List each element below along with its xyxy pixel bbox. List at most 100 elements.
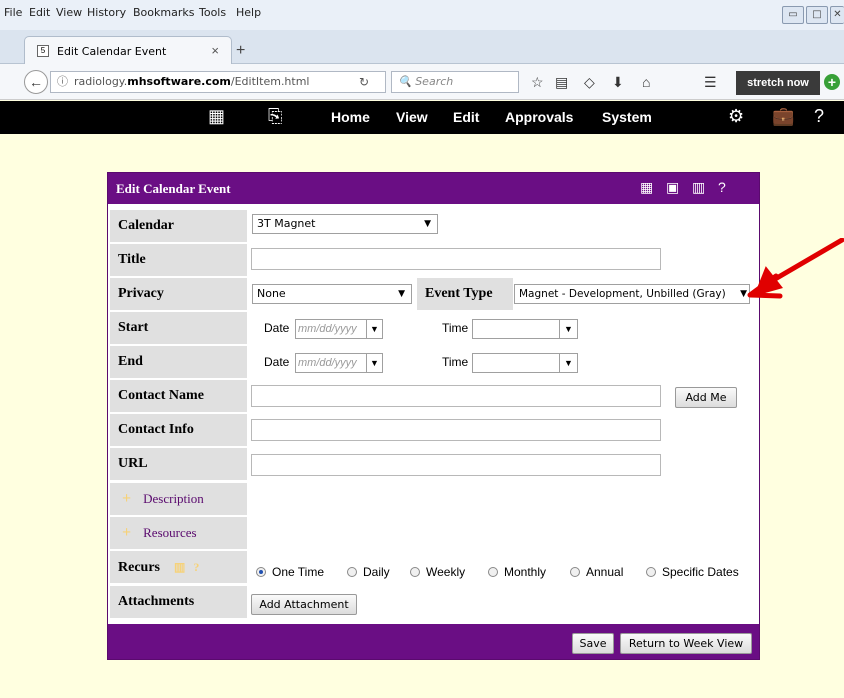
menu-edit[interactable]: Edit: [29, 6, 50, 19]
dropdown-arrow-icon[interactable]: ▼: [366, 320, 382, 338]
browser-menubar: File Edit View History Bookmarks Tools H…: [0, 0, 844, 30]
bookmark-star-icon[interactable]: ☆: [531, 74, 544, 91]
recur-label: Annual: [586, 565, 624, 579]
description-label: Description: [143, 491, 204, 506]
menu-tools[interactable]: Tools: [199, 6, 226, 19]
menu-help[interactable]: Help: [236, 6, 261, 19]
url-path: /EditItem.html: [230, 75, 310, 88]
calendar-select[interactable]: 3T Magnet ▼: [252, 214, 438, 234]
search-box[interactable]: 🔍 Search: [391, 71, 519, 93]
menu-view[interactable]: View: [56, 6, 82, 19]
help-icon[interactable]: ?: [814, 106, 824, 127]
preview-icon[interactable]: ▥: [692, 179, 705, 196]
start-time-label: Time: [442, 321, 469, 335]
recur-label: Specific Dates: [662, 565, 739, 579]
menu-history[interactable]: History: [87, 6, 126, 19]
recur-monthly[interactable]: Monthly: [488, 565, 546, 579]
nav-system[interactable]: System: [602, 109, 652, 125]
contact-name-input[interactable]: [251, 385, 661, 407]
hamburger-menu-icon[interactable]: ☰: [704, 74, 717, 91]
home-icon[interactable]: ⌂: [642, 74, 650, 90]
dropdown-arrow-icon: ▼: [559, 354, 577, 372]
end-time-select[interactable]: ▼: [472, 353, 578, 373]
end-date-placeholder: mm/dd/yyyy: [298, 357, 357, 369]
menu-file[interactable]: File: [4, 6, 22, 19]
recur-label: Daily: [363, 565, 390, 579]
radio-icon: [488, 567, 498, 577]
reading-list-icon[interactable]: ▤: [555, 74, 568, 91]
dropdown-arrow-icon: ▼: [559, 320, 577, 338]
recur-daily[interactable]: Daily: [347, 565, 390, 579]
recur-specific-dates[interactable]: Specific Dates: [646, 565, 739, 579]
close-window-icon[interactable]: ✕: [830, 6, 844, 24]
url-input[interactable]: [251, 454, 661, 476]
new-tab-icon[interactable]: +: [236, 42, 245, 60]
add-extension-icon[interactable]: +: [824, 74, 840, 90]
nav-approvals[interactable]: Approvals: [505, 109, 573, 125]
save-button[interactable]: Save: [572, 633, 614, 654]
gear-icon[interactable]: ⚙: [728, 106, 744, 127]
tab-title: Edit Calendar Event: [57, 45, 167, 58]
dialog-header: Edit Calendar Event ▦ ▣ ▥ ?: [108, 173, 759, 204]
help-icon[interactable]: ?: [718, 179, 726, 195]
start-time-select[interactable]: ▼: [472, 319, 578, 339]
event-type-value: Magnet - Development, Unbilled (Gray): [519, 288, 726, 300]
recur-one-time[interactable]: One Time: [256, 565, 324, 579]
dropdown-arrow-icon: ▼: [398, 289, 405, 299]
tab-bar: 5 Edit Calendar Event × +: [0, 30, 844, 65]
nav-edit[interactable]: Edit: [453, 109, 479, 125]
calendar-icon[interactable]: ▦: [640, 179, 653, 196]
pocket-icon[interactable]: ◇: [584, 74, 595, 91]
nav-home[interactable]: Home: [331, 109, 370, 125]
resources-expander[interactable]: + Resources: [110, 517, 247, 549]
contact-info-label: Contact Info: [110, 414, 247, 446]
close-tab-icon[interactable]: ×: [211, 43, 219, 58]
end-date-input[interactable]: mm/dd/yyyy ▼: [295, 353, 383, 373]
title-input[interactable]: [251, 248, 661, 270]
reload-icon[interactable]: ↻: [359, 72, 369, 92]
start-date-placeholder: mm/dd/yyyy: [298, 323, 357, 335]
add-attachment-button[interactable]: Add Attachment: [251, 594, 357, 615]
browser-navbar: ← ⓘ radiology.mhsoftware.com/EditItem.htm…: [0, 64, 844, 100]
dropdown-arrow-icon[interactable]: ▼: [366, 354, 382, 372]
app-nav-bar: ▦ ⎘ Home View Edit Approvals System ⚙ 💼 …: [0, 101, 844, 134]
privacy-select[interactable]: None ▼: [252, 284, 412, 304]
start-date-input[interactable]: mm/dd/yyyy ▼: [295, 319, 383, 339]
url-bar[interactable]: ⓘ radiology.mhsoftware.com/EditItem.html …: [50, 71, 386, 93]
briefcase-icon[interactable]: 💼: [772, 106, 794, 127]
description-expander[interactable]: + Description: [110, 483, 247, 515]
recur-annual[interactable]: Annual: [570, 565, 623, 579]
event-type-select[interactable]: Magnet - Development, Unbilled (Gray) ▼: [514, 284, 750, 304]
plus-icon: +: [122, 524, 132, 541]
start-date-label: Date: [264, 321, 290, 335]
calendar-value: 3T Magnet: [257, 217, 316, 230]
calendar-favicon-icon: 5: [37, 45, 49, 57]
search-placeholder: Search: [415, 75, 454, 88]
tab-edit-calendar-event[interactable]: 5 Edit Calendar Event ×: [24, 36, 232, 65]
return-to-week-view-button[interactable]: Return to Week View: [620, 633, 752, 654]
recurs-label: Recurs: [118, 560, 160, 575]
add-me-button[interactable]: Add Me: [675, 387, 737, 408]
recur-weekly[interactable]: Weekly: [410, 565, 465, 579]
calendar-icon[interactable]: ▦: [208, 106, 225, 127]
save-icon[interactable]: ▣: [666, 179, 679, 196]
nav-view[interactable]: View: [396, 109, 428, 125]
end-date-label: Date: [264, 355, 290, 369]
contact-info-input[interactable]: [251, 419, 661, 441]
title-label: Title: [110, 244, 247, 276]
radio-icon: [410, 567, 420, 577]
minimize-icon[interactable]: ▭: [782, 6, 804, 24]
download-icon[interactable]: ⬇: [612, 74, 624, 91]
new-document-icon[interactable]: ⎘: [268, 106, 282, 127]
help-icon[interactable]: ?: [193, 560, 199, 574]
maximize-icon[interactable]: □: [806, 6, 828, 24]
url-host: mhsoftware.com: [127, 75, 231, 88]
edit-event-dialog: Edit Calendar Event ▦ ▣ ▥ ? Calendar 3T …: [107, 172, 760, 660]
info-icon[interactable]: ⓘ: [57, 75, 68, 88]
stretch-now-button[interactable]: stretch now: [736, 71, 820, 95]
menu-bookmarks[interactable]: Bookmarks: [133, 6, 194, 19]
back-arrow-icon[interactable]: ←: [24, 70, 48, 94]
radio-icon: [646, 567, 656, 577]
preview-icon[interactable]: ▥: [174, 560, 185, 574]
dialog-footer: Save Return to Week View: [108, 624, 759, 659]
